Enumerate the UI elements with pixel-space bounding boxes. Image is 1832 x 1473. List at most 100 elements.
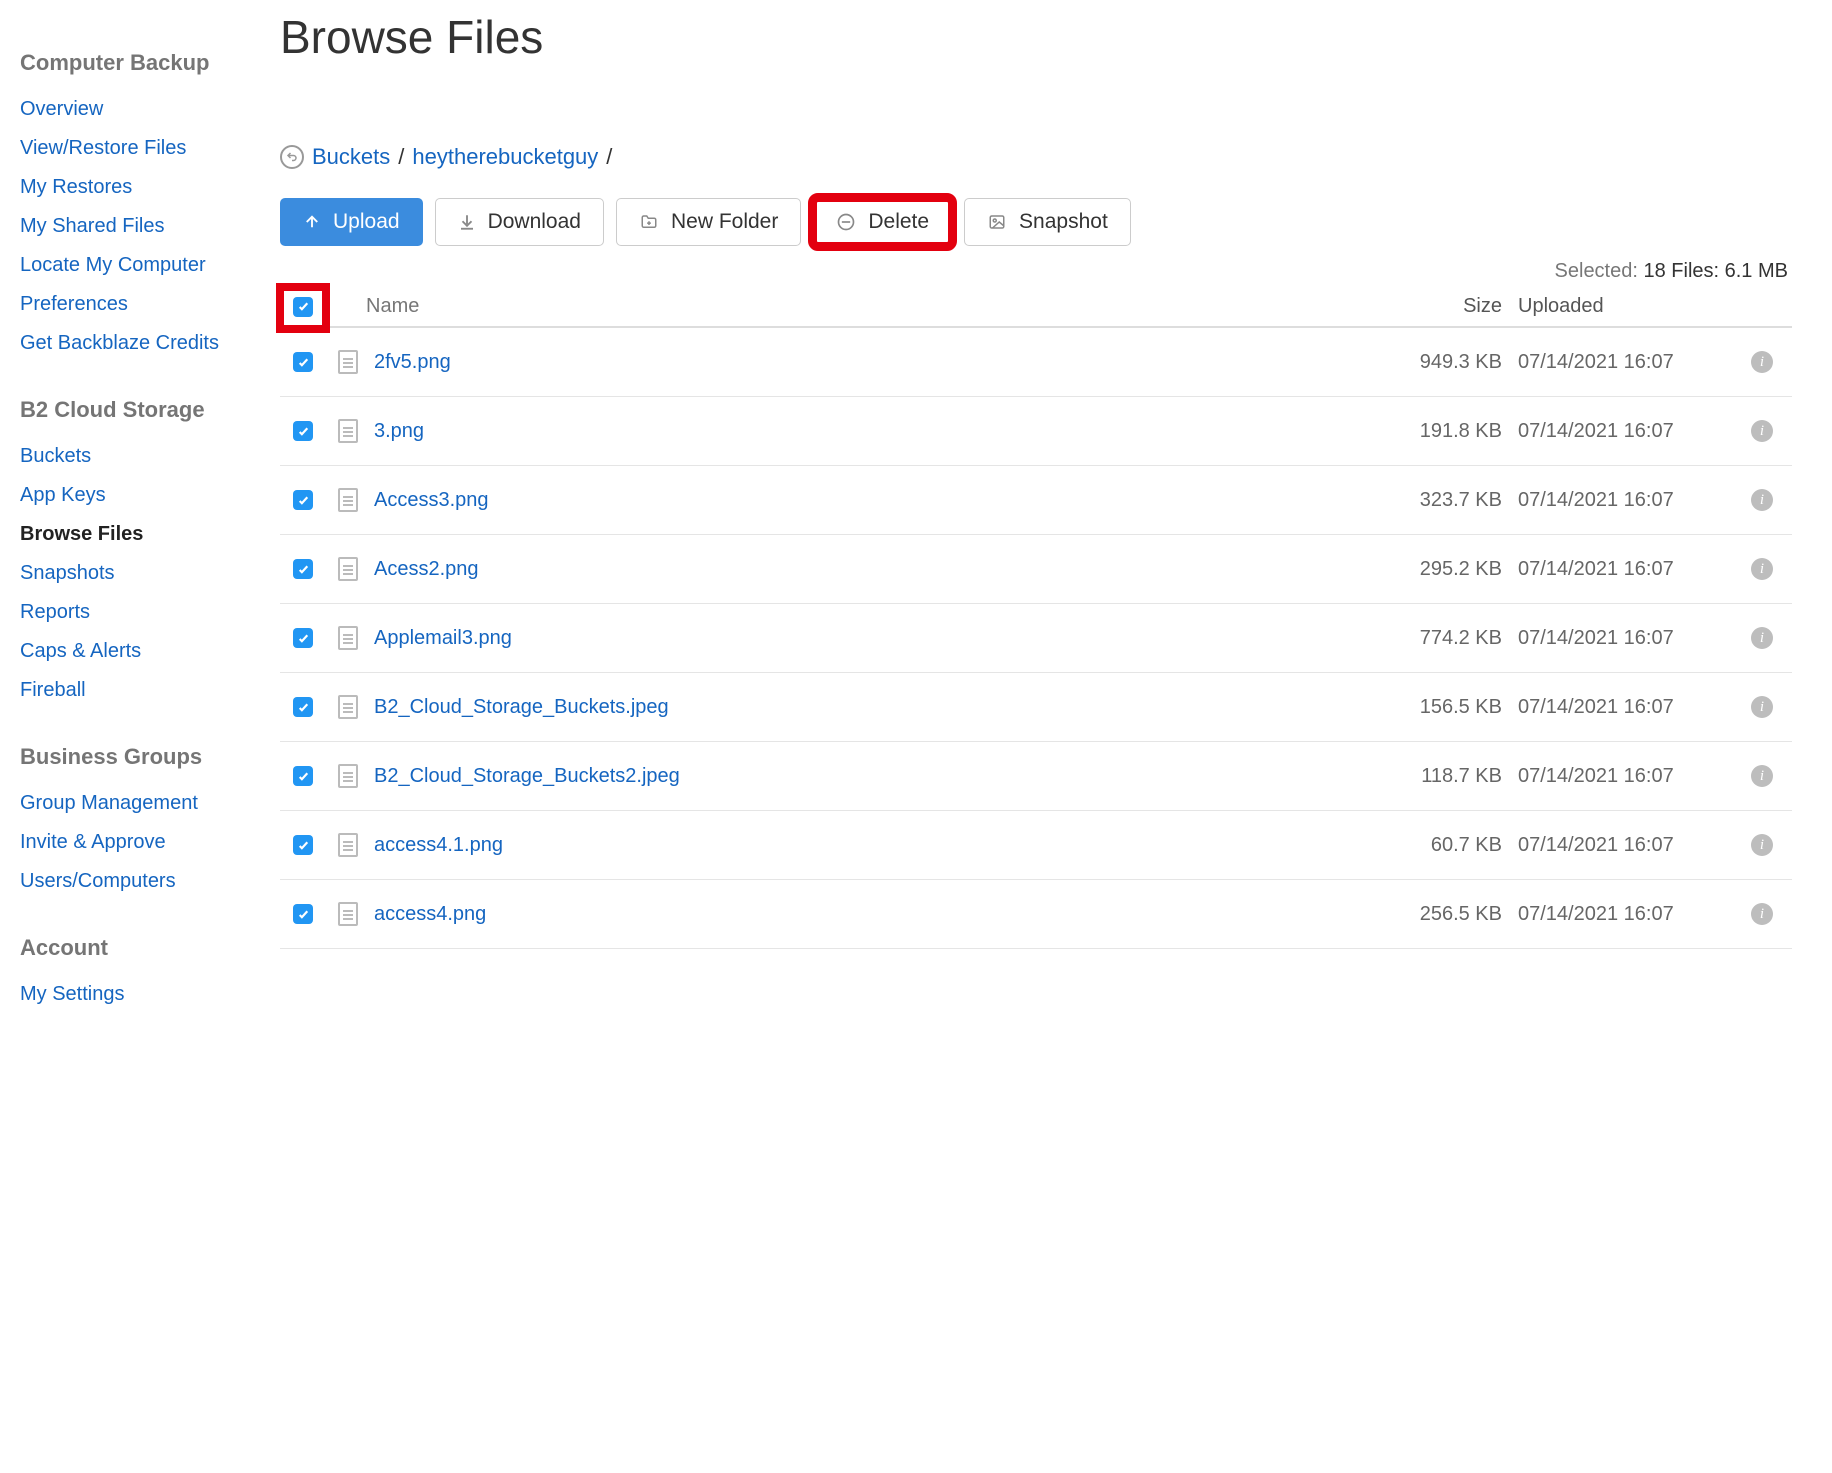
row-checkbox[interactable]	[293, 421, 313, 441]
table-row: access4.1.png60.7 KB07/14/2021 16:07 i	[280, 811, 1792, 880]
file-size: 191.8 KB	[1372, 420, 1502, 443]
file-uploaded: 07/14/2021 16:07	[1502, 834, 1732, 857]
file-name[interactable]: access4.1.png	[370, 834, 1372, 857]
file-uploaded: 07/14/2021 16:07	[1502, 627, 1732, 650]
image-icon	[987, 213, 1007, 231]
file-name[interactable]: Applemail3.png	[370, 627, 1372, 650]
info-icon[interactable]: i	[1751, 489, 1773, 511]
table-row: Acess2.png295.2 KB07/14/2021 16:07 i	[280, 535, 1792, 604]
snapshot-button[interactable]: Snapshot	[964, 198, 1131, 246]
selection-value: 18 Files: 6.1 MB	[1643, 260, 1788, 282]
toolbar: Upload Download New Folder Delete	[280, 198, 1792, 246]
sidebar-item[interactable]: Snapshots	[20, 554, 250, 593]
row-checkbox[interactable]	[293, 352, 313, 372]
sidebar: Computer Backup OverviewView/Restore File…	[0, 0, 250, 1473]
info-icon[interactable]: i	[1751, 834, 1773, 856]
row-checkbox[interactable]	[293, 559, 313, 579]
info-icon[interactable]: i	[1751, 420, 1773, 442]
file-name[interactable]: Access3.png	[370, 489, 1372, 512]
sidebar-item[interactable]: Fireball	[20, 671, 250, 710]
new-folder-button[interactable]: New Folder	[616, 198, 801, 246]
row-checkbox[interactable]	[293, 766, 313, 786]
breadcrumb-bucket[interactable]: heytherebucketguy	[412, 144, 598, 170]
row-checkbox[interactable]	[293, 697, 313, 717]
file-name[interactable]: B2_Cloud_Storage_Buckets.jpeg	[370, 696, 1372, 719]
breadcrumb: Buckets / heytherebucketguy /	[280, 144, 1792, 170]
undo-icon[interactable]	[280, 145, 304, 169]
table-row: access4.png256.5 KB07/14/2021 16:07i	[280, 880, 1792, 949]
file-name[interactable]: 3.png	[370, 420, 1372, 443]
snapshot-label: Snapshot	[1019, 210, 1108, 234]
upload-button[interactable]: Upload	[280, 198, 423, 246]
select-all-checkbox[interactable]	[293, 297, 313, 317]
sidebar-item[interactable]: Users/Computers	[20, 862, 250, 901]
sidebar-item[interactable]: My Shared Files	[20, 207, 250, 246]
file-icon	[338, 626, 358, 650]
breadcrumb-sep: /	[606, 144, 612, 170]
row-checkbox[interactable]	[293, 490, 313, 510]
sidebar-item[interactable]: Reports	[20, 593, 250, 632]
sidebar-item[interactable]: Get Backblaze Credits	[20, 324, 250, 363]
sidebar-item[interactable]: Preferences	[20, 285, 250, 324]
file-table: Name Size Uploaded 2fv5.png949.3 KB07/14…	[280, 289, 1792, 949]
file-uploaded: 07/14/2021 16:07	[1502, 351, 1732, 374]
file-size: 949.3 KB	[1372, 351, 1502, 374]
sidebar-heading: B2 Cloud Storage	[20, 397, 250, 423]
file-size: 295.2 KB	[1372, 558, 1502, 581]
sidebar-item[interactable]: My Restores	[20, 168, 250, 207]
file-name[interactable]: Acess2.png	[370, 558, 1372, 581]
file-size: 60.7 KB	[1372, 834, 1502, 857]
sidebar-heading: Computer Backup	[20, 50, 250, 76]
download-icon	[458, 213, 476, 231]
row-checkbox[interactable]	[293, 835, 313, 855]
file-uploaded: 07/14/2021 16:07	[1502, 420, 1732, 443]
table-row: B2_Cloud_Storage_Buckets.jpeg156.5 KB07/…	[280, 673, 1792, 742]
row-checkbox[interactable]	[293, 628, 313, 648]
sidebar-item[interactable]: View/Restore Files	[20, 129, 250, 168]
info-icon[interactable]: i	[1751, 351, 1773, 373]
sidebar-item[interactable]: My Settings	[20, 975, 250, 1014]
file-icon	[338, 902, 358, 926]
file-icon	[338, 557, 358, 581]
sidebar-item[interactable]: Caps & Alerts	[20, 632, 250, 671]
file-name[interactable]: 2fv5.png	[370, 351, 1372, 374]
file-uploaded: 07/14/2021 16:07	[1502, 558, 1732, 581]
info-icon[interactable]: i	[1751, 903, 1773, 925]
file-size: 323.7 KB	[1372, 489, 1502, 512]
info-icon[interactable]: i	[1751, 765, 1773, 787]
file-name[interactable]: B2_Cloud_Storage_Buckets2.jpeg	[370, 765, 1372, 788]
sidebar-item[interactable]: Buckets	[20, 437, 250, 476]
header-size[interactable]: Size	[1372, 295, 1502, 318]
info-icon[interactable]: i	[1751, 558, 1773, 580]
minus-circle-icon	[836, 212, 856, 232]
table-row: Applemail3.png774.2 KB07/14/2021 16:07i	[280, 604, 1792, 673]
file-icon	[338, 350, 358, 374]
row-checkbox[interactable]	[293, 904, 313, 924]
header-name[interactable]: Name	[326, 295, 1372, 318]
file-icon	[338, 833, 358, 857]
table-row: Access3.png323.7 KB07/14/2021 16:07 i	[280, 466, 1792, 535]
file-size: 256.5 KB	[1372, 903, 1502, 926]
sidebar-item[interactable]: Browse Files	[20, 515, 250, 554]
delete-button[interactable]: Delete	[813, 198, 952, 246]
file-uploaded: 07/14/2021 16:07	[1502, 696, 1732, 719]
sidebar-item[interactable]: Invite & Approve	[20, 823, 250, 862]
sidebar-item[interactable]: App Keys	[20, 476, 250, 515]
file-uploaded: 07/14/2021 16:07	[1502, 489, 1732, 512]
file-name[interactable]: access4.png	[370, 903, 1372, 926]
sidebar-item[interactable]: Locate My Computer	[20, 246, 250, 285]
sidebar-item[interactable]: Overview	[20, 90, 250, 129]
breadcrumb-root[interactable]: Buckets	[312, 144, 390, 170]
download-button[interactable]: Download	[435, 198, 604, 246]
info-icon[interactable]: i	[1751, 696, 1773, 718]
table-row: B2_Cloud_Storage_Buckets2.jpeg118.7 KB07…	[280, 742, 1792, 811]
file-uploaded: 07/14/2021 16:07	[1502, 765, 1732, 788]
header-uploaded[interactable]: Uploaded	[1502, 295, 1732, 318]
info-icon[interactable]: i	[1751, 627, 1773, 649]
file-icon	[338, 488, 358, 512]
sidebar-item[interactable]: Group Management	[20, 784, 250, 823]
file-icon	[338, 419, 358, 443]
new-folder-label: New Folder	[671, 210, 778, 234]
upload-label: Upload	[333, 210, 400, 234]
delete-label: Delete	[868, 210, 929, 234]
